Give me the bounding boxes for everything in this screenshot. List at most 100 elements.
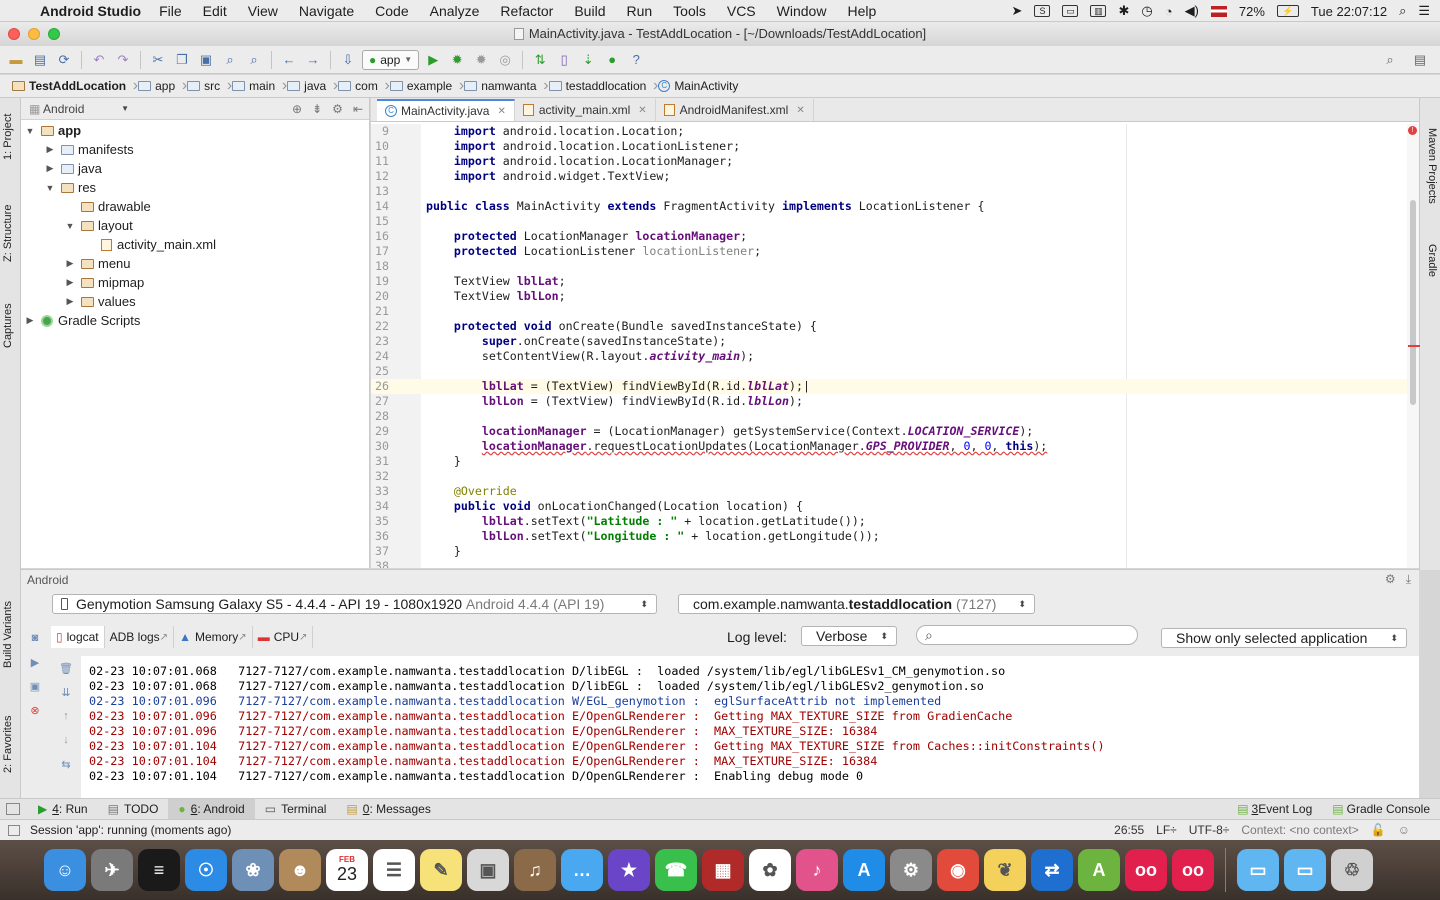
run-icon[interactable]: ▶ — [423, 50, 443, 70]
tree-item[interactable]: ▶ manifests — [21, 140, 369, 159]
up-icon[interactable]: ↑ — [59, 710, 73, 722]
log-line[interactable]: 02-23 10:07:01.068 7127-7127/com.example… — [81, 679, 1419, 694]
monitor-tab-adb-logs[interactable]: ADB logs ↗ — [105, 626, 175, 648]
tree-item[interactable]: ▼ layout — [21, 216, 369, 235]
project-view-select[interactable]: ▦ Android ▼ — [29, 102, 129, 116]
scroll-to-end-icon[interactable]: ⇊ — [59, 686, 73, 699]
pin-icon[interactable]: ↗ — [160, 632, 168, 643]
collapsed-arrow-icon[interactable]: ▶ — [63, 296, 77, 307]
battery-icon[interactable]: ⚡ — [1276, 5, 1299, 17]
downloads-folder-icon[interactable]: ▭ — [1284, 849, 1326, 891]
expanded-arrow-icon[interactable]: ▼ — [63, 221, 77, 231]
messages-icon[interactable]: … — [561, 849, 603, 891]
breadcrumb-item[interactable]: java — [283, 77, 338, 95]
lock-icon[interactable]: 🔓 — [1371, 823, 1386, 837]
code-line[interactable]: 28 — [371, 409, 1407, 424]
code-line[interactable]: 16 protected LocationManager locationMan… — [371, 229, 1407, 244]
code-line[interactable]: 13 — [371, 184, 1407, 199]
make-project-icon[interactable]: ⇩ — [338, 50, 358, 70]
scroll-thumb[interactable] — [1410, 200, 1416, 405]
error-indicator-icon[interactable]: ! — [1408, 126, 1417, 135]
log-line[interactable]: 02-23 10:07:01.096 7127-7127/com.example… — [81, 724, 1419, 739]
expanded-arrow-icon[interactable]: ▼ — [43, 183, 57, 193]
collapsed-arrow-icon[interactable]: ▶ — [43, 163, 57, 174]
code-line[interactable]: 29 locationManager = (LocationManager) g… — [371, 424, 1407, 439]
facetime-icon[interactable]: ☎ — [655, 849, 697, 891]
code-line[interactable]: 31 } — [371, 454, 1407, 469]
save-all-icon[interactable]: ▤ — [30, 50, 50, 70]
status-message[interactable]: Session 'app': running (moments ago) — [30, 823, 231, 837]
airplay-icon[interactable]: ▭ — [1062, 5, 1079, 17]
clear-logcat-icon[interactable]: 🗑 — [59, 662, 73, 675]
tool-windows-icon[interactable] — [6, 803, 20, 815]
paste-icon[interactable]: ▣ — [196, 50, 216, 70]
expanded-arrow-icon[interactable]: ▼ — [23, 126, 37, 136]
menu-edit[interactable]: Edit — [203, 3, 227, 19]
hide-panel-icon[interactable]: ⇤ — [353, 102, 363, 116]
preview-icon[interactable]: ❀ — [232, 849, 274, 891]
trash-icon[interactable]: ♲ — [1331, 849, 1373, 891]
editor-scrollbar[interactable]: ! — [1407, 124, 1420, 568]
breadcrumb-item[interactable]: testaddlocation — [545, 77, 658, 95]
redo-icon[interactable]: ↷ — [113, 50, 133, 70]
copy-icon[interactable]: ❐ — [172, 50, 192, 70]
app-store-icon[interactable]: A — [843, 849, 885, 891]
tool-window-toggle-icon[interactable] — [8, 824, 20, 836]
menu-refactor[interactable]: Refactor — [500, 3, 553, 19]
bottom-tab[interactable]: ▤ 3 Event Log — [1227, 799, 1322, 820]
monitor-tab-memory[interactable]: ▲ Memory ↗ — [174, 626, 253, 648]
breadcrumb-item[interactable]: src — [183, 77, 232, 95]
file-encoding[interactable]: UTF-8÷ — [1189, 823, 1230, 837]
tree-item[interactable]: ▼ app — [21, 121, 369, 140]
breadcrumb-item[interactable]: C MainActivity — [654, 79, 746, 93]
collapsed-arrow-icon[interactable]: ▶ — [63, 258, 77, 269]
undo-icon[interactable]: ↶ — [89, 50, 109, 70]
code-line[interactable]: 10 import android.location.LocationListe… — [371, 139, 1407, 154]
memory-icon[interactable]: ▥ — [1090, 5, 1107, 17]
breadcrumb-item[interactable]: main — [228, 77, 287, 95]
menu-window[interactable]: Window — [777, 3, 827, 19]
code-line[interactable]: 11 import android.location.LocationManag… — [371, 154, 1407, 169]
breadcrumb-item[interactable]: com — [334, 77, 389, 95]
forward-icon[interactable]: → — [303, 50, 323, 70]
code-line[interactable]: 17 protected LocationListener locationLi… — [371, 244, 1407, 259]
bottom-tab[interactable]: ▶ 4: Run — [28, 799, 98, 820]
close-tab-icon[interactable]: ✕ — [638, 105, 646, 116]
close-tab-icon[interactable]: ✕ — [796, 105, 804, 116]
genymotion-icon[interactable]: oo — [1125, 849, 1167, 891]
tab-favorites[interactable]: 2: Favorites — [2, 716, 14, 773]
collapse-all-icon[interactable]: ⇟ — [312, 102, 322, 116]
contacts-icon[interactable]: ☻ — [279, 849, 321, 891]
inspector-icon[interactable]: ☺ — [1398, 823, 1410, 837]
sync-icon[interactable]: ⟳ — [54, 50, 74, 70]
context-indicator[interactable]: Context: <no context> — [1241, 823, 1358, 837]
cut-icon[interactable]: ✂ — [148, 50, 168, 70]
menu-help[interactable]: Help — [847, 3, 876, 19]
log-line[interactable]: 02-23 10:07:01.104 7127-7127/com.example… — [81, 739, 1419, 754]
menu-build[interactable]: Build — [574, 3, 605, 19]
log-line[interactable]: 02-23 10:07:01.068 7127-7127/com.example… — [81, 664, 1419, 679]
code-line[interactable]: 38 — [371, 559, 1407, 568]
sdk-manager-icon[interactable]: ⇣ — [578, 50, 598, 70]
bottom-tab[interactable]: ● 6: Android — [168, 798, 255, 820]
photos-icon[interactable]: ✿ — [749, 849, 791, 891]
code-line[interactable]: 14 public class MainActivity extends Frag… — [371, 199, 1407, 214]
menu-file[interactable]: File — [159, 3, 182, 19]
gear-icon[interactable]: ⚙ — [332, 102, 343, 116]
log-line[interactable]: 02-23 10:07:01.104 7127-7127/com.example… — [81, 754, 1419, 769]
minimize-window-button[interactable] — [28, 28, 40, 40]
tree-item[interactable]: ▼ res — [21, 178, 369, 197]
help-icon[interactable]: ? — [626, 50, 646, 70]
error-stripe-mark[interactable] — [1408, 345, 1420, 347]
reminders-icon[interactable]: ☰ — [373, 849, 415, 891]
menu-code[interactable]: Code — [375, 3, 408, 19]
code-line[interactable]: 22 protected void onCreate(Bundle savedI… — [371, 319, 1407, 334]
menu-analyze[interactable]: Analyze — [430, 3, 480, 19]
device-select[interactable]: Genymotion Samsung Galaxy S5 - 4.4.4 - A… — [52, 594, 657, 614]
logcat-search-input[interactable] — [938, 627, 1119, 643]
code-line[interactable]: 21 — [371, 304, 1407, 319]
coverage-icon[interactable]: ◎ — [495, 50, 515, 70]
notes-icon[interactable]: ✎ — [420, 849, 462, 891]
tab-build-variants[interactable]: Build Variants — [2, 601, 14, 668]
time-machine-icon[interactable]: ◷ — [1141, 3, 1152, 19]
